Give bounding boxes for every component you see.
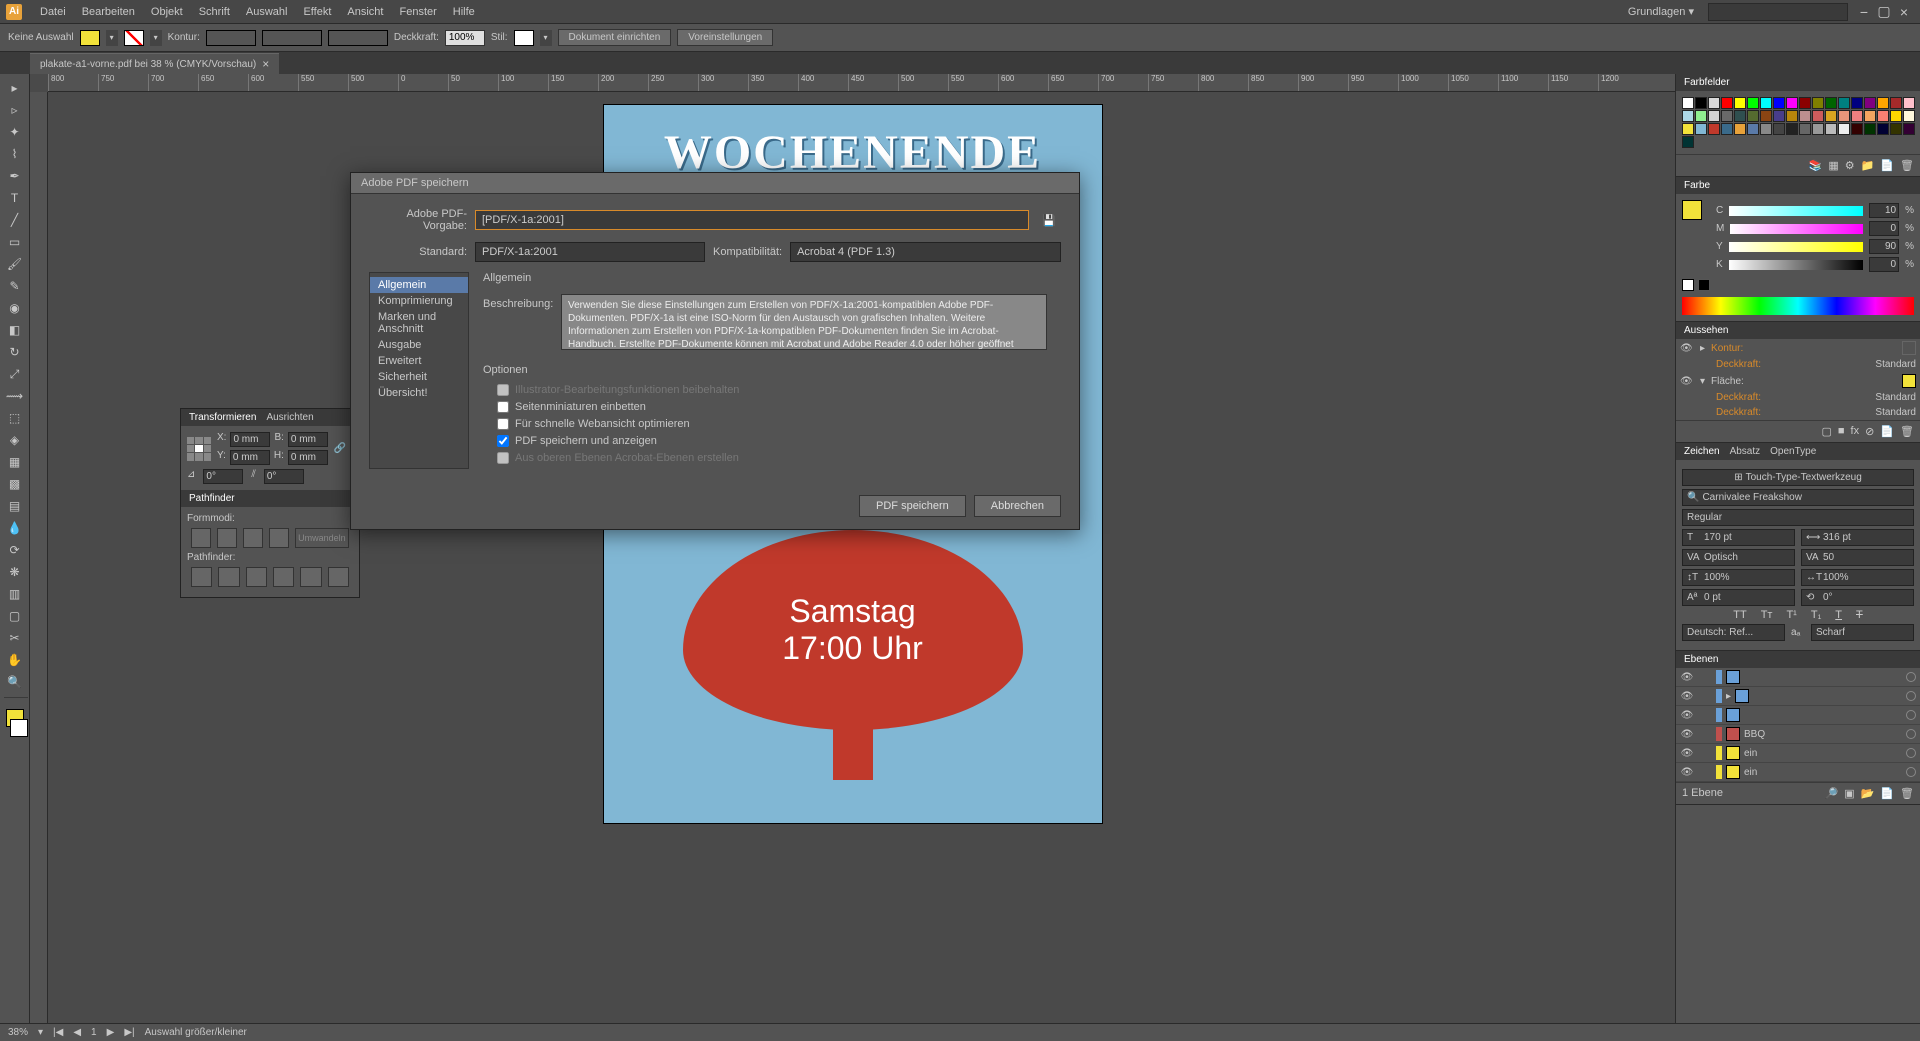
dialog-tab-uebersicht[interactable]: Übersicht! [370,385,468,401]
dialog-sidebar: Allgemein Komprimierung Marken und Ansch… [369,272,469,469]
dialog-tab-erweitert[interactable]: Erweitert [370,353,468,369]
save-pdf-dialog: Adobe PDF speichern Adobe PDF-Vorgabe: [… [350,172,1080,530]
cancel-button[interactable]: Abbrechen [974,495,1061,517]
desc-label: Beschreibung: [483,294,553,350]
standard-label: Standard: [369,246,467,258]
desc-textarea[interactable]: Verwenden Sie diese Einstellungen zum Er… [561,294,1047,350]
option-fast-web-view[interactable]: Für schnelle Webansicht optimieren [497,418,1047,430]
dialog-tab-allgemein[interactable]: Allgemein [370,277,468,293]
options-label: Optionen [483,364,1047,376]
standard-dropdown[interactable]: PDF/X-1a:2001 [475,242,705,262]
save-pdf-button[interactable]: PDF speichern [859,495,966,517]
preset-dropdown[interactable]: [PDF/X-1a:2001] [475,210,1029,230]
compat-label: Kompatibilität: [713,246,782,258]
option-embed-thumbnails[interactable]: Seitenminiaturen einbetten [497,401,1047,413]
dialog-overlay: Adobe PDF speichern Adobe PDF-Vorgabe: [… [0,0,1920,1041]
option-acrobat-layers: Aus oberen Ebenen Acrobat-Ebenen erstell… [497,452,1047,464]
dialog-title: Adobe PDF speichern [351,173,1079,194]
save-preset-icon[interactable]: 💾 [1037,214,1061,227]
option-view-after-save[interactable]: PDF speichern und anzeigen [497,435,1047,447]
option-preserve-editing: Illustrator-Bearbeitungsfunktionen beibe… [497,384,1047,396]
compat-dropdown[interactable]: Acrobat 4 (PDF 1.3) [790,242,1061,262]
dialog-tab-marken[interactable]: Marken und Anschnitt [370,309,468,337]
preset-label: Adobe PDF-Vorgabe: [369,208,467,232]
dialog-tab-ausgabe[interactable]: Ausgabe [370,337,468,353]
dialog-tab-sicherheit[interactable]: Sicherheit [370,369,468,385]
dialog-content-heading: Allgemein [483,272,1047,284]
dialog-tab-komprimierung[interactable]: Komprimierung [370,293,468,309]
